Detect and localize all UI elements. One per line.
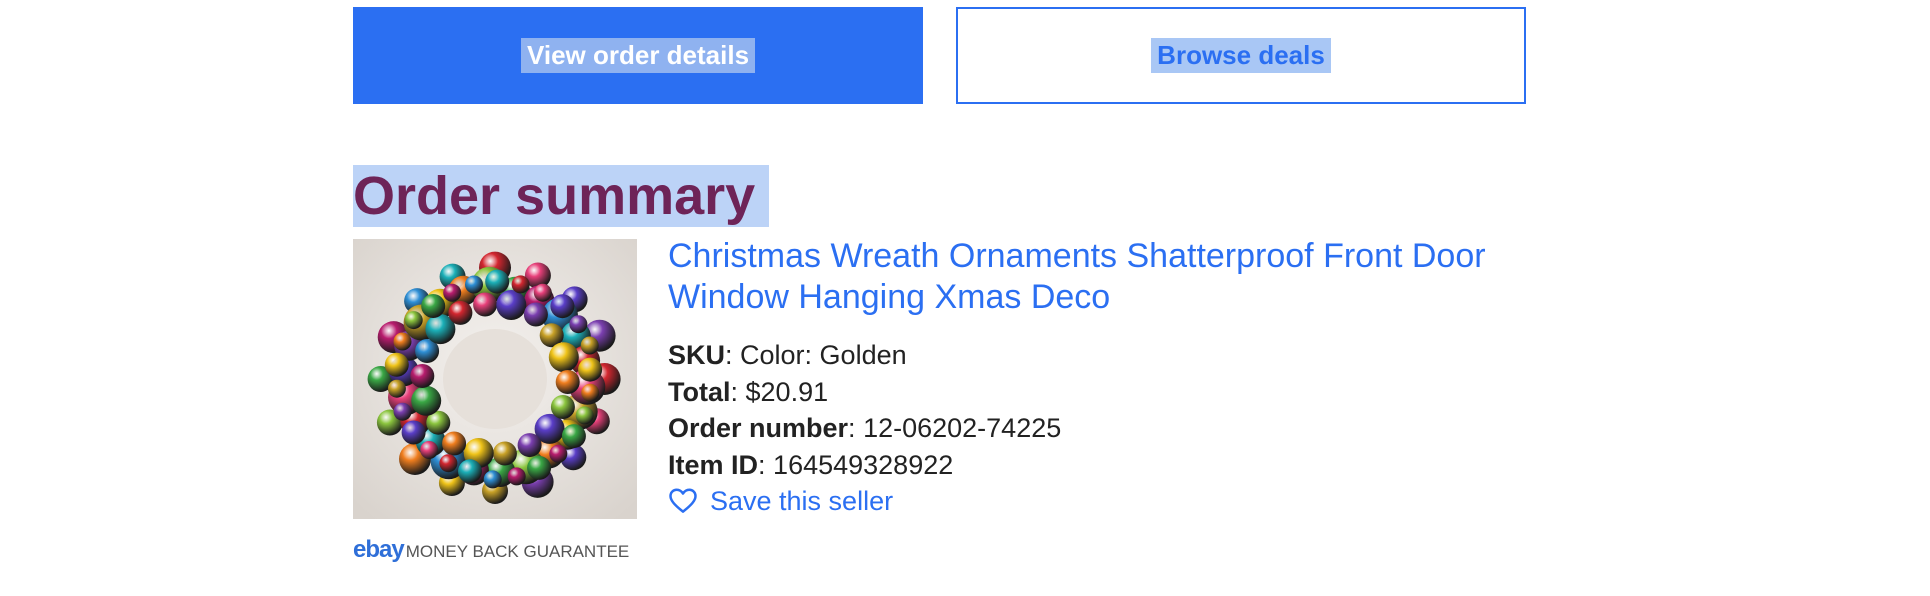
item-details: SKU: Color: Golden Total: $20.91 Order n… (668, 337, 1061, 520)
ornament (575, 406, 594, 425)
detail-value: 12-06202-74225 (863, 413, 1062, 443)
ornament (411, 385, 442, 416)
ornament (473, 292, 498, 317)
ornament (533, 283, 552, 302)
ornament (410, 364, 435, 388)
browse-deals-button[interactable]: Browse deals (956, 7, 1526, 104)
christmas-wreath-image (353, 239, 637, 519)
ornament (458, 459, 482, 484)
ornament (448, 300, 473, 325)
save-seller-link[interactable]: Save this seller (668, 483, 1061, 520)
ornament (465, 275, 483, 294)
detail-label: Order number (668, 413, 849, 443)
detail-label: Total (668, 376, 731, 407)
detail-order-number: Order number: 12-06202-74225 (668, 413, 1062, 443)
ornament (511, 275, 530, 294)
ornament (561, 424, 586, 449)
detail-total: Total: $20.91 (668, 376, 829, 407)
ebay-logo: ebay (353, 536, 405, 563)
ornament (569, 315, 588, 334)
ornament (420, 441, 439, 459)
ornament (492, 441, 517, 466)
section-title: Order summary (353, 165, 770, 227)
ornament (550, 294, 575, 319)
ornament (485, 269, 510, 294)
ornament (507, 467, 526, 486)
ornament (548, 342, 579, 373)
ornament (517, 433, 542, 458)
detail-value: Color: Golden (740, 340, 907, 370)
ornament (496, 290, 527, 320)
ornament (404, 311, 423, 330)
ornament (483, 470, 502, 489)
ornament (384, 352, 409, 377)
save-seller-label: Save this seller (710, 486, 894, 516)
ornament (393, 402, 412, 421)
detail-item-id: Item ID: 164549328922 (668, 449, 954, 480)
ornament (550, 395, 575, 419)
order-confirmation: View order details Browse deals Order su… (0, 0, 1930, 596)
ornament (523, 302, 548, 327)
ornament (387, 379, 406, 398)
detail-label: Item ID (668, 449, 759, 480)
ornament (443, 283, 462, 302)
ornament (527, 455, 552, 480)
detail-sku: SKU: Color: Golden (668, 340, 907, 370)
ornament (442, 431, 467, 456)
detail-value: 164549328922 (773, 449, 954, 480)
ornament (555, 370, 580, 394)
ornament (581, 383, 600, 402)
detail-label: SKU (668, 340, 726, 370)
ornament (549, 444, 568, 463)
ornament (401, 420, 426, 445)
ornament (439, 454, 458, 473)
ornament (578, 357, 603, 382)
ornament (393, 332, 412, 351)
view-order-details-label: View order details (520, 38, 756, 73)
browse-deals-label: Browse deals (1151, 38, 1331, 73)
money-back-guarantee: ebay MONEY BACK GUARANTEE (353, 536, 630, 563)
guarantee-text: MONEY BACK GUARANTEE (405, 542, 630, 561)
ornament (580, 336, 599, 355)
ornament (421, 294, 446, 318)
item-title-link[interactable]: Christmas Wreath Ornaments Shatterproof … (668, 236, 1488, 318)
detail-value: $20.91 (745, 376, 829, 407)
heart-icon (669, 488, 697, 514)
item-image[interactable] (353, 239, 637, 519)
view-order-details-button[interactable]: View order details (353, 7, 923, 104)
